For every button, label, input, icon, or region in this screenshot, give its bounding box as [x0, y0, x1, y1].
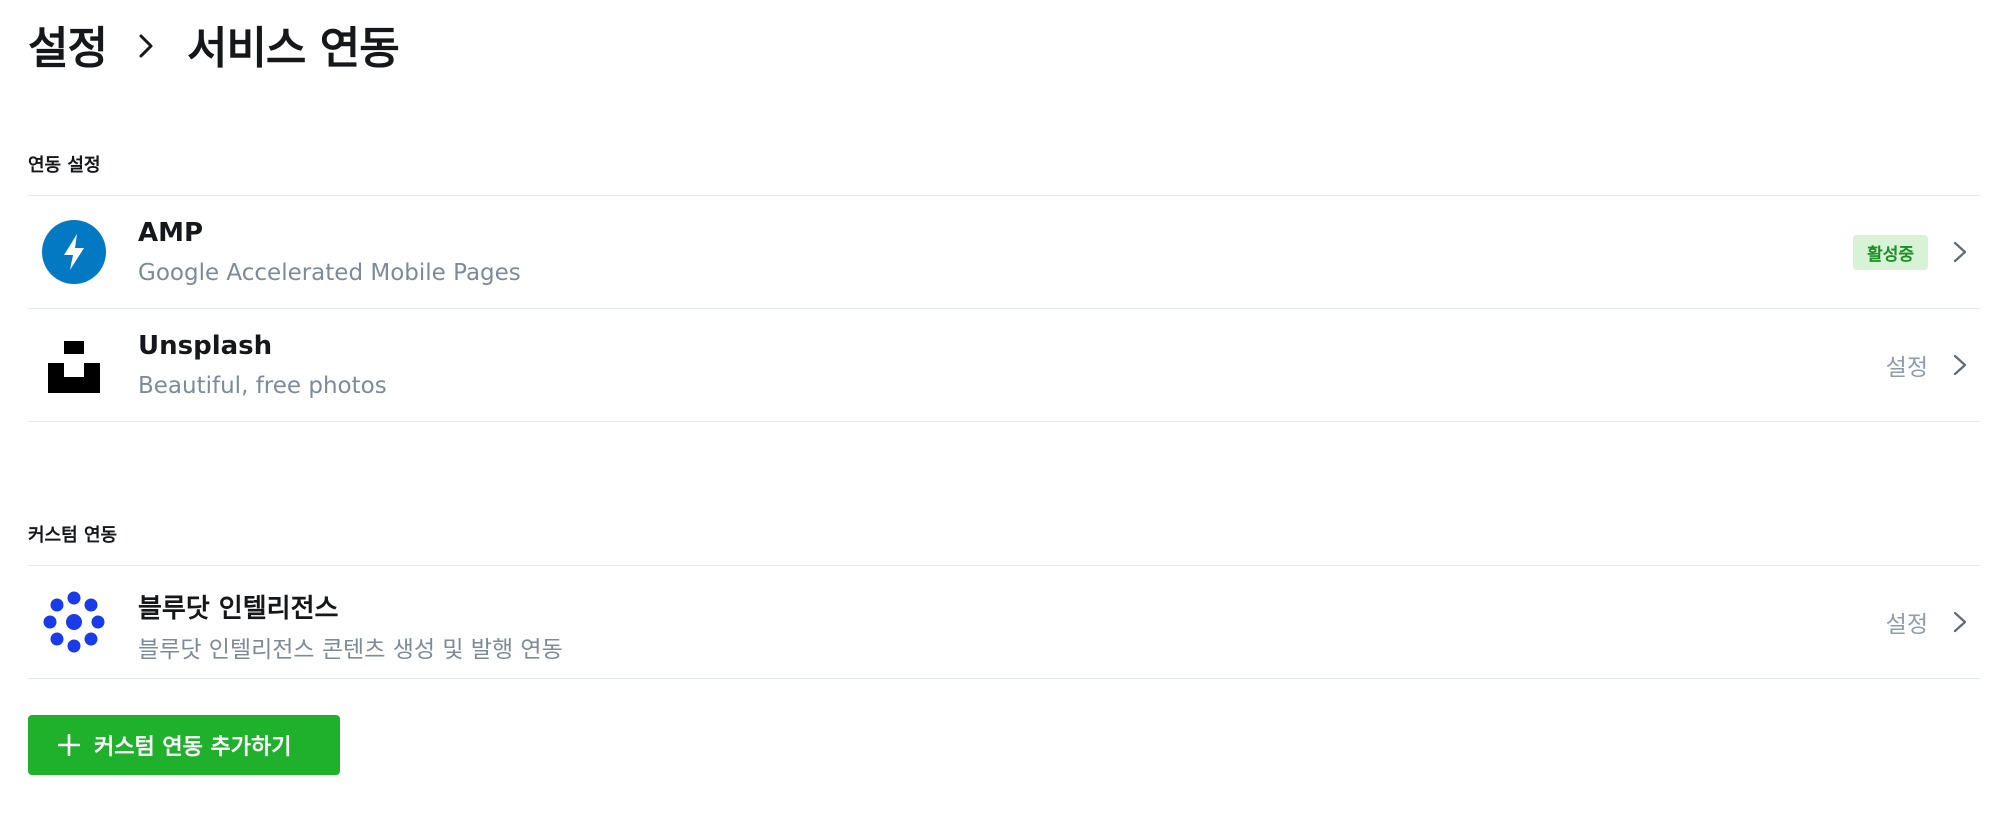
chevron-right-icon[interactable]: [1950, 350, 1970, 380]
integration-row-amp[interactable]: AMP Google Accelerated Mobile Pages 활성중: [28, 196, 1980, 309]
row-actions: 설정: [1886, 309, 1970, 421]
integration-title: Unsplash: [138, 331, 273, 361]
chevron-right-icon[interactable]: [1950, 237, 1970, 267]
chevron-right-icon: [139, 34, 153, 58]
add-custom-integration-label: 커스텀 연동 추가하기: [94, 735, 292, 760]
settings-link[interactable]: 설정: [1886, 605, 1928, 639]
breadcrumb-settings-link[interactable]: 설정: [28, 12, 108, 76]
row-actions: 설정: [1886, 566, 1970, 678]
integration-row-unsplash[interactable]: Unsplash Beautiful, free photos 설정: [28, 309, 1980, 422]
integration-row-bluedot[interactable]: 블루닷 인텔리전스 블루닷 인텔리전스 콘텐츠 생성 및 발행 연동 설정: [28, 566, 1980, 679]
integration-description: Beautiful, free photos: [138, 373, 387, 399]
section-label-integrations: 연동 설정: [28, 155, 101, 176]
integration-title: AMP: [138, 218, 204, 248]
settings-link[interactable]: 설정: [1886, 348, 1928, 382]
amp-icon: [42, 220, 106, 284]
row-actions: 활성중: [1853, 196, 1970, 308]
integration-title: 블루닷 인텔리전스: [138, 594, 339, 624]
add-custom-integration-button[interactable]: 커스텀 연동 추가하기: [28, 715, 340, 775]
chevron-right-icon[interactable]: [1950, 607, 1970, 637]
integration-description: Google Accelerated Mobile Pages: [138, 260, 521, 286]
custom-integration-list: 블루닷 인텔리전스 블루닷 인텔리전스 콘텐츠 생성 및 발행 연동 설정: [28, 565, 1980, 679]
page-title: 서비스 연동: [186, 23, 400, 74]
plus-icon: [58, 734, 80, 756]
integration-description: 블루닷 인텔리전스 콘텐츠 생성 및 발행 연동: [138, 637, 563, 663]
bluedot-icon: [43, 591, 105, 653]
service-integrations-page: 설정 서비스 연동 연동 설정 AMP Google Accelerated M…: [0, 0, 2000, 823]
integration-list: AMP Google Accelerated Mobile Pages 활성중 …: [28, 195, 1980, 422]
unsplash-icon: [48, 341, 100, 393]
breadcrumb: 설정 서비스 연동: [28, 12, 400, 76]
status-badge: 활성중: [1853, 234, 1928, 270]
section-label-custom: 커스텀 연동: [28, 525, 118, 546]
